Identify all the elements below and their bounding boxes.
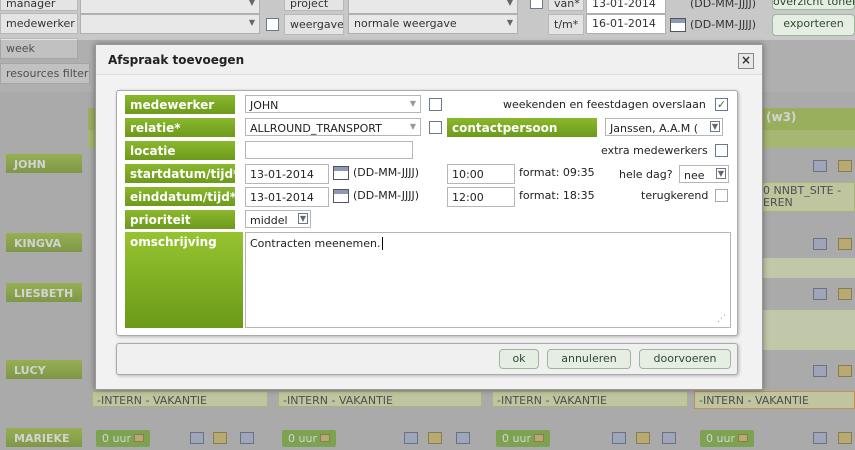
project-checkbox[interactable] bbox=[530, 0, 543, 9]
form-panel: medewerker JOHN ▼ weekenden en feestdagen… bbox=[116, 90, 738, 336]
afspraak-dialog: Afspraak toevoegen × medewerker JOHN ▼ we… bbox=[95, 44, 763, 390]
medewerker-filter-label: medewerker bbox=[0, 13, 78, 34]
contactpersoon-label: contactpersoon bbox=[447, 118, 597, 137]
prioriteit-label: prioriteit bbox=[125, 210, 235, 229]
einddatum-input[interactable]: 13-01-2014 bbox=[245, 187, 329, 207]
hele-dag-label: hele dag? bbox=[619, 168, 673, 181]
start-calendar-icon[interactable] bbox=[333, 166, 349, 180]
overzicht-tonen-button[interactable]: overzicht tonen bbox=[772, 0, 855, 10]
annuleren-button[interactable]: annuleren bbox=[547, 349, 631, 369]
start-time-format: format: 09:35 bbox=[519, 166, 595, 179]
doorvoeren-button[interactable]: doorvoeren bbox=[639, 349, 731, 369]
weergave-select[interactable]: normale weergave ▼ bbox=[348, 14, 518, 34]
medewerker-checkbox[interactable] bbox=[429, 98, 442, 111]
contactpersoon-select[interactable]: Janssen, A.A.M (▼ bbox=[605, 118, 723, 136]
calendar-icon[interactable] bbox=[670, 18, 686, 32]
medewerker-value: JOHN bbox=[250, 99, 279, 112]
terugkerend-label: terugkerend bbox=[641, 189, 709, 202]
relatie-select[interactable]: ALLROUND_TRANSPORT ▼ bbox=[245, 118, 421, 136]
terugkerend-checkbox[interactable] bbox=[715, 189, 728, 202]
startdatum-label: startdatum/tijd* bbox=[125, 164, 235, 183]
omschrijving-value: Contracten meenemen. bbox=[250, 237, 381, 250]
project-select[interactable]: ▼ bbox=[348, 0, 518, 14]
locatie-input[interactable] bbox=[245, 141, 413, 159]
weekenden-checkbox[interactable]: ✓ bbox=[715, 98, 728, 111]
weergave-label: weergave bbox=[284, 14, 344, 35]
ok-button[interactable]: ok bbox=[499, 349, 539, 369]
tm-date-format: (DD-MM-JJJJ) bbox=[690, 18, 757, 31]
van-label: van* bbox=[548, 0, 584, 11]
eind-time-format: format: 18:35 bbox=[519, 189, 595, 202]
extra-medewerkers-checkbox[interactable] bbox=[715, 144, 728, 157]
starttijd-input[interactable]: 10:00 bbox=[447, 164, 515, 184]
medewerker-label: medewerker bbox=[125, 95, 235, 114]
hele-dag-select[interactable]: nee ▼ bbox=[679, 165, 729, 183]
extra-medewerkers-label: extra medewerkers bbox=[601, 144, 708, 157]
tm-label: t/m* bbox=[548, 14, 584, 35]
einddatum-label: einddatum/tijd* bbox=[125, 187, 235, 206]
weergave-value: normale weergave bbox=[354, 17, 457, 30]
medewerker-filter-checkbox[interactable] bbox=[266, 18, 279, 31]
relatie-label: relatie* bbox=[125, 118, 235, 137]
relatie-checkbox[interactable] bbox=[429, 121, 442, 134]
van-input[interactable]: 13-01-2014 bbox=[586, 0, 666, 14]
eindtijd-input[interactable]: 12:00 bbox=[447, 187, 515, 207]
medewerker-filter-select[interactable]: ▼ bbox=[80, 14, 260, 34]
hele-dag-value: nee bbox=[684, 169, 705, 182]
contactpersoon-value: Janssen, A.A.M ( bbox=[610, 122, 699, 135]
dialog-title: Afspraak toevoegen bbox=[96, 45, 762, 75]
relatie-value: ALLROUND_TRANSPORT bbox=[250, 122, 382, 135]
omschrijving-label: omschrijving bbox=[125, 232, 243, 328]
eind-date-format: (DD-MM-JJJJ) bbox=[353, 189, 420, 202]
startdatum-input[interactable]: 13-01-2014 bbox=[245, 164, 329, 184]
exporteren-button[interactable]: exporteren bbox=[772, 14, 855, 36]
weekenden-label: weekenden en feestdagen overslaan bbox=[503, 98, 706, 111]
omschrijving-textarea[interactable]: Contracten meenemen. ⋰ bbox=[245, 232, 731, 328]
medewerker-select[interactable]: JOHN ▼ bbox=[245, 95, 421, 113]
manager-label: manager bbox=[0, 0, 78, 11]
eind-calendar-icon[interactable] bbox=[333, 189, 349, 203]
close-icon[interactable]: × bbox=[738, 53, 754, 69]
van-date-format: (DD-MM-JJJJ) bbox=[690, 0, 757, 10]
start-date-format: (DD-MM-JJJJ) bbox=[353, 166, 420, 179]
button-panel: ok annuleren doorvoeren bbox=[116, 343, 738, 375]
project-label: project bbox=[284, 0, 344, 11]
resize-handle-icon[interactable]: ⋰ bbox=[717, 314, 727, 324]
prioriteit-select[interactable]: middel ▼ bbox=[245, 210, 311, 228]
prioriteit-value: middel bbox=[250, 214, 288, 227]
locatie-label: locatie bbox=[125, 141, 235, 160]
manager-select[interactable]: ▼ bbox=[80, 0, 260, 14]
tm-input[interactable]: 16-01-2014 bbox=[586, 14, 666, 34]
